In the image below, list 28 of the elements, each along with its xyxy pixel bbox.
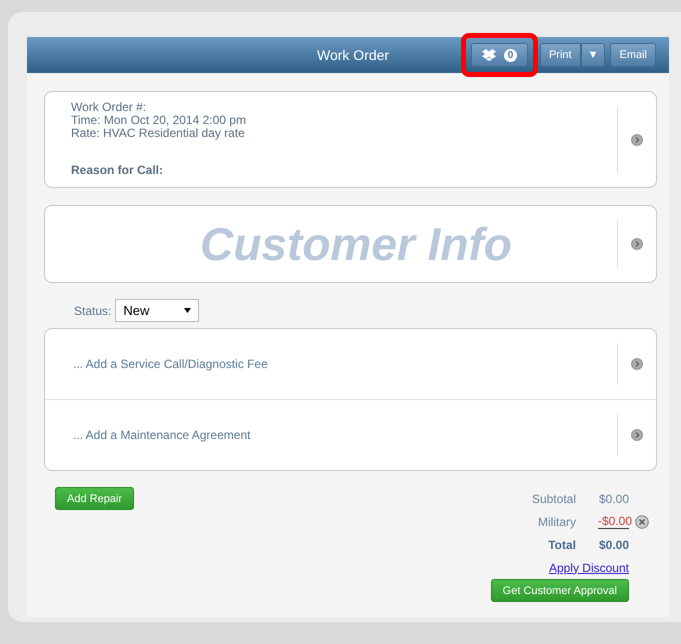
window-title: Work Order <box>317 47 390 63</box>
status-label: Status: <box>74 304 112 318</box>
total-label: Subtotal <box>532 492 576 506</box>
order-detail: Time: Mon Oct 20, 2014 2:00 pm <box>71 114 247 127</box>
count-badge: 0 <box>504 48 517 62</box>
chevron-icon <box>631 358 643 370</box>
box-icon <box>482 49 496 61</box>
dropdown-button[interactable]: ▼ <box>580 43 606 67</box>
dropbox-button[interactable]: 0 <box>470 43 528 67</box>
list-item[interactable]: ... Add a Service Call/Diagnostic Fee <box>45 329 656 399</box>
caret-icon <box>184 308 192 313</box>
total-label: Military <box>538 514 576 528</box>
header-button[interactable]: Print <box>540 43 581 67</box>
order-detail: Work Order #: <box>71 101 148 114</box>
remove-icon[interactable] <box>635 514 649 528</box>
amount: $0.00 <box>598 538 629 552</box>
list-item[interactable]: ... Add a Maintenance Agreement <box>45 399 656 470</box>
order-detail: Rate: HVAC Residential day rate <box>71 127 245 140</box>
header-button[interactable]: Email <box>610 43 656 67</box>
status-select[interactable]: New <box>115 299 200 322</box>
apply-discount-link[interactable]: Apply Discount <box>548 560 629 574</box>
reason-label: Reason for Call: <box>71 163 164 177</box>
add-repair-button[interactable]: Add Repair <box>55 487 134 510</box>
chevron-icon <box>631 429 643 441</box>
discount-amount[interactable]: -$0.00 <box>598 514 629 529</box>
amount: $0.00 <box>598 492 629 506</box>
approval-button[interactable]: Get Customer Approval <box>490 579 629 602</box>
total-label: Total <box>548 538 576 552</box>
